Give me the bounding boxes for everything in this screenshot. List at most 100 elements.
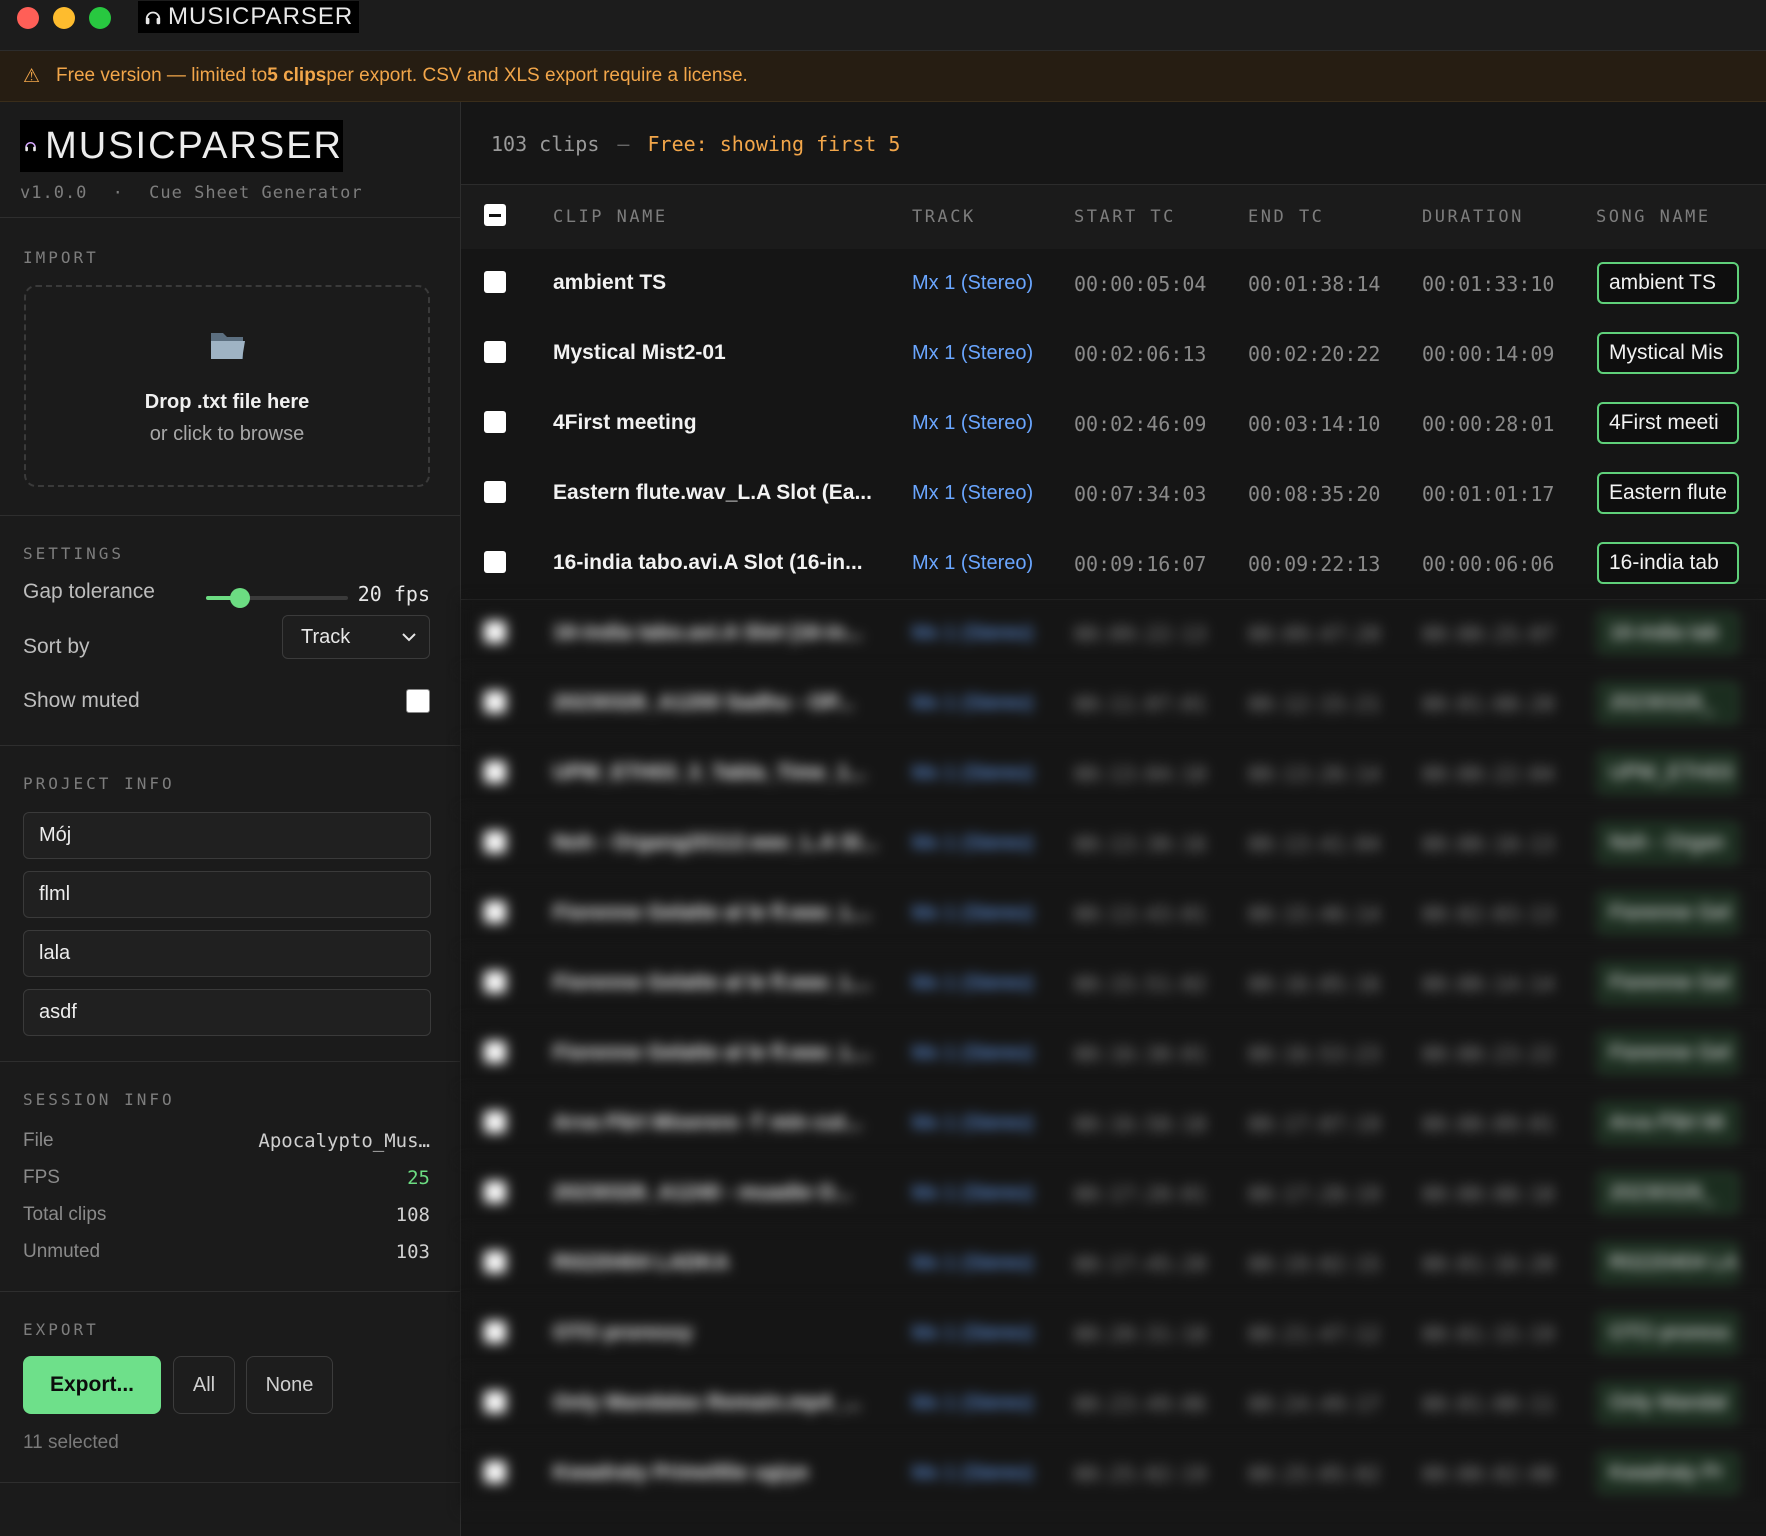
project-field-4[interactable]: asdf (23, 989, 431, 1036)
song-name-input[interactable]: Eastern flute (1597, 472, 1739, 514)
song-name-input[interactable]: 20230326_ (1597, 682, 1739, 724)
clip-end-tc: 00:12:15:21 (1248, 692, 1381, 716)
clip-duration: 00:00:14:09 (1422, 342, 1555, 366)
table-row-locked[interactable]: Fiorenne Gelatte al le fl.wav_L... Mx 1 (… (461, 949, 1766, 1020)
table-row-locked[interactable]: Fiorenne Gelatte al le fl.wav_L... Mx 1 (… (461, 1019, 1766, 1090)
table-row[interactable]: Mystical Mist2-01 Mx 1 (Stereo) 00:02:06:1… (461, 319, 1766, 390)
row-checkbox[interactable] (484, 551, 506, 573)
song-name-input[interactable]: R0220404 LA (1597, 1242, 1739, 1284)
gap-slider-thumb[interactable] (230, 588, 251, 608)
clip-start-tc: 00:16:30:01 (1074, 1042, 1207, 1066)
clip-track: Mx 1 (Stereo) (912, 1182, 1034, 1204)
table-row-locked[interactable]: 16-india tabo.avi.A Slot (16-in... Mx 1 (… (461, 599, 1766, 670)
song-name-input[interactable]: Fiorenne Gel (1597, 962, 1739, 1004)
song-name-input[interactable]: ambient TS (1597, 262, 1739, 304)
row-checkbox[interactable] (484, 1041, 506, 1063)
row-checkbox[interactable] (484, 341, 506, 363)
select-none-button[interactable]: None (246, 1356, 333, 1414)
minimize-window-button[interactable] (53, 7, 75, 29)
row-checkbox[interactable] (484, 971, 506, 993)
clip-track: Mx 1 (Stereo) (912, 482, 1034, 504)
song-name-input[interactable]: 20230326_ (1597, 1172, 1739, 1214)
song-name-input[interactable]: UPM_ETH03 (1597, 752, 1739, 794)
gap-tolerance-slider[interactable] (206, 588, 348, 608)
row-checkbox[interactable] (484, 1461, 506, 1483)
unmuted-label: Unmuted (23, 1241, 101, 1262)
song-name-input[interactable]: 16-india tab (1597, 542, 1739, 584)
song-name-input[interactable]: 4First meeti (1597, 402, 1739, 444)
table-row-locked[interactable]: Noh - Organg20112.wav_L.A Sl... Mx 1 (Ste… (461, 809, 1766, 880)
row-checkbox[interactable] (484, 1391, 506, 1413)
table-row-locked[interactable]: 20230326_A1240 - muadie O... Mx 1 (Stereo… (461, 1159, 1766, 1230)
clip-start-tc: 00:13:30:16 (1074, 832, 1207, 856)
table-row-locked[interactable]: OTO proressy Mx 1 (Stereo) 00:20:31:18 00:2… (461, 1299, 1766, 1370)
table-row[interactable]: Eastern flute.wav_L.A Slot (Ea... Mx 1 (S… (461, 459, 1766, 530)
table-row-locked[interactable]: Kwadraty Primeltlie ugiye Mx 1 (Stereo) 00… (461, 1439, 1766, 1510)
row-checkbox[interactable] (484, 481, 506, 503)
table-row-locked[interactable]: UPM_ETH03_3_Tabla_Time_1... Mx 1 (Stereo)… (461, 739, 1766, 810)
col-end-tc[interactable]: END TC (1248, 207, 1324, 227)
show-muted-checkbox[interactable] (406, 689, 430, 713)
clip-track: Mx 1 (Stereo) (912, 762, 1034, 784)
col-song-name[interactable]: SONG NAME (1596, 207, 1711, 227)
row-checkbox[interactable] (484, 831, 506, 853)
table-row[interactable]: ambient TS Mx 1 (Stereo) 00:00:05:04 00:01:… (461, 249, 1766, 320)
song-name-input[interactable]: Fiorenne Gel (1597, 1032, 1739, 1074)
project-field-2[interactable]: flml (23, 871, 431, 918)
row-checkbox[interactable] (484, 761, 506, 783)
clip-name: Fiorenne Gelatte al le fl.wav_L... (553, 971, 872, 994)
row-checkbox[interactable] (484, 621, 506, 643)
clip-end-tc: 00:17:28:19 (1248, 1182, 1381, 1206)
clip-track: Mx 1 (Stereo) (912, 1252, 1034, 1274)
row-checkbox[interactable] (484, 1321, 506, 1343)
col-clip-name[interactable]: CLIP NAME (553, 207, 668, 227)
row-checkbox[interactable] (484, 411, 506, 433)
clip-duration: 00:00:10:13 (1422, 832, 1555, 856)
row-checkbox[interactable] (484, 1181, 506, 1203)
table-row[interactable]: 4First meeting Mx 1 (Stereo) 00:02:46:09 00… (461, 389, 1766, 460)
row-checkbox[interactable] (484, 901, 506, 923)
table-row[interactable]: 16-india tabo.avi.A Slot (16-in... Mx 1 (… (461, 529, 1766, 600)
table-row-locked[interactable]: 20230326_A1200 Sadhu - OP... Mx 1 (Stereo… (461, 669, 1766, 740)
export-button[interactable]: Export... (23, 1356, 161, 1414)
project-field-1[interactable]: Mój (23, 812, 431, 859)
table-row-locked[interactable]: Arva Pãrt Miserere -T mín cut... Mx 1 (St… (461, 1089, 1766, 1160)
clip-name: R0220404 LADKA (553, 1251, 730, 1274)
clip-track: Mx 1 (Stereo) (912, 552, 1034, 574)
clip-end-tc: 00:24:49:17 (1248, 1392, 1381, 1416)
sort-by-select[interactable]: Track (282, 615, 430, 659)
project-field-3[interactable]: lala (23, 930, 431, 977)
clip-end-tc: 00:16:05:16 (1248, 972, 1381, 996)
col-duration[interactable]: DURATION (1422, 207, 1524, 227)
col-start-tc[interactable]: START TC (1074, 207, 1176, 227)
headphones-icon (145, 11, 161, 25)
brand-name: MUSICPARSER (45, 124, 343, 167)
row-checkbox[interactable] (484, 1111, 506, 1133)
song-name-input[interactable]: OTO proress (1597, 1312, 1739, 1354)
close-window-button[interactable] (17, 7, 39, 29)
song-name-input[interactable]: Fiorenne Gel (1597, 892, 1739, 934)
table-row-locked[interactable]: Fiorenne Gelatte al le fl.wav_L... Mx 1 (… (461, 879, 1766, 950)
clip-name: 20230326_A1240 - muadie O... (553, 1181, 852, 1204)
sort-by-label: Sort by (23, 635, 90, 658)
row-checkbox[interactable] (484, 1251, 506, 1273)
song-name-input[interactable]: Arva Pãrt Mi (1597, 1102, 1739, 1144)
col-track[interactable]: TRACK (912, 207, 976, 227)
song-name-input[interactable]: Kwadraty Pr (1597, 1452, 1739, 1494)
song-name-input[interactable]: Noh - Organ (1597, 822, 1739, 864)
clip-name: OTO proressy (553, 1321, 693, 1344)
song-name-input[interactable]: Mystical Mis (1597, 332, 1739, 374)
table-row-locked[interactable]: Only Mandalas Remain.mp4_... Mx 1 (Stereo… (461, 1369, 1766, 1440)
clip-start-tc: 00:17:20:01 (1074, 1182, 1207, 1206)
song-name-input[interactable]: Only Mandal (1597, 1382, 1739, 1424)
clip-track: Mx 1 (Stereo) (912, 342, 1034, 364)
table-row-locked[interactable]: R0220404 LADKA Mx 1 (Stereo) 00:17:45:20 00… (461, 1229, 1766, 1300)
file-dropzone[interactable]: Drop .txt file here or click to browse (24, 285, 430, 487)
zoom-window-button[interactable] (89, 7, 111, 29)
select-all-checkbox[interactable] (484, 204, 506, 226)
row-checkbox[interactable] (484, 691, 506, 713)
sidebar: MUSICPARSER v1.0.0 · Cue Sheet Generator… (0, 102, 461, 1536)
row-checkbox[interactable] (484, 271, 506, 293)
select-all-button[interactable]: All (173, 1356, 235, 1414)
song-name-input[interactable]: 16-india tab (1597, 612, 1739, 654)
